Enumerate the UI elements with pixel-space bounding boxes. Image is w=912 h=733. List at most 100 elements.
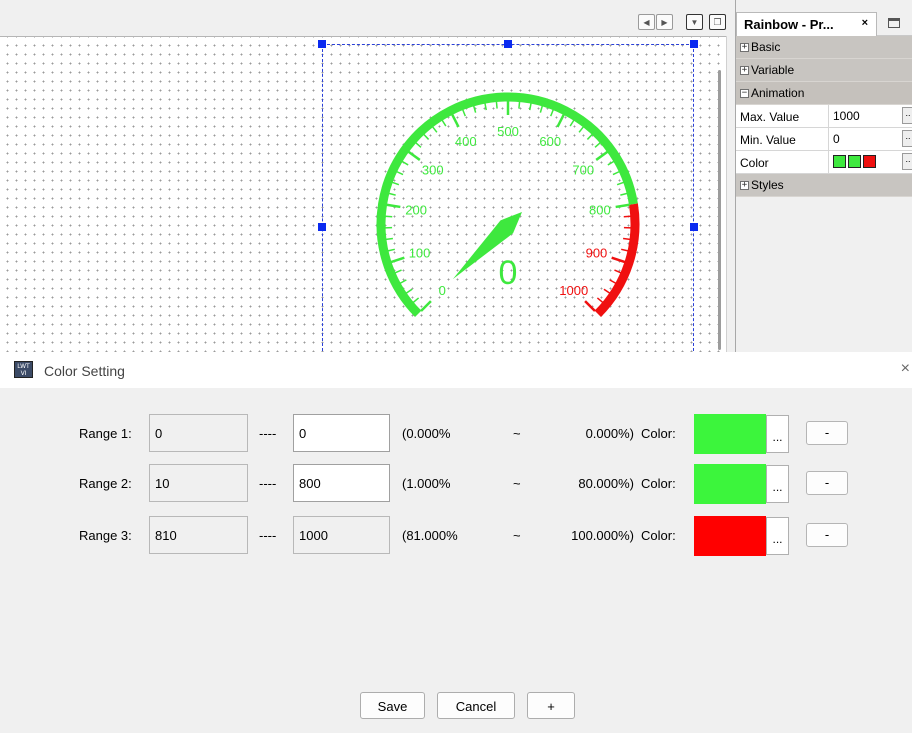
gauge-tick — [528, 103, 532, 111]
remove-range-button[interactable]: - — [806, 523, 848, 547]
gauge-tick-label: 800 — [589, 202, 611, 217]
save-button[interactable]: Save — [360, 692, 425, 719]
app-icon: LWT VI — [14, 361, 33, 378]
gauge-tick — [423, 133, 430, 140]
close-icon[interactable]: × — [901, 360, 910, 378]
gauge-tick — [616, 181, 624, 186]
vertical-scrollbar[interactable] — [718, 70, 721, 350]
gauge-tick-label: 100 — [409, 246, 431, 261]
gauge-tick — [451, 113, 460, 128]
color-pick-button[interactable]: ... — [766, 465, 789, 503]
gauge-tick — [405, 288, 413, 294]
close-tab-icon[interactable]: × — [862, 17, 868, 29]
range-to-input[interactable]: 0 — [293, 414, 390, 452]
range-row: Range 3: 810 ---- 1000 (81.000% ~ 100.00… — [0, 516, 912, 556]
percent-tilde: ~ — [513, 476, 521, 491]
gauge-tick — [603, 288, 611, 294]
gauge-tick — [420, 300, 432, 312]
remove-range-button[interactable]: - — [806, 471, 848, 495]
collapse-icon[interactable]: − — [740, 88, 749, 98]
remove-range-button[interactable]: - — [806, 421, 848, 445]
gauge-tick — [399, 279, 407, 284]
category-basic[interactable]: + Basic — [736, 36, 912, 59]
color-preview — [694, 414, 766, 454]
property-row-min-value[interactable]: Min. Value 0 .. — [736, 128, 912, 151]
cancel-button[interactable]: Cancel — [437, 692, 515, 719]
restore-window-icon[interactable]: ❐ — [709, 14, 726, 30]
gauge-tick — [484, 103, 488, 111]
gauge-tick — [609, 279, 617, 284]
color-label: Color: — [641, 476, 676, 491]
gauge-tick — [472, 105, 477, 113]
category-animation[interactable]: − Animation — [736, 82, 912, 105]
category-label: Variable — [751, 63, 795, 77]
properties-tab-title: Rainbow - Pr... — [744, 17, 834, 32]
gauge-tick-label: 500 — [497, 124, 519, 139]
gauge-tick-label: 900 — [586, 246, 608, 261]
property-value[interactable]: 1000 .. — [829, 105, 912, 127]
gauge-tick — [620, 192, 628, 196]
category-variable[interactable]: + Variable — [736, 59, 912, 82]
expand-icon[interactable]: + — [740, 65, 749, 75]
color-swatch — [863, 155, 876, 168]
gauge-tick — [621, 248, 629, 252]
right-arrow-icon[interactable]: ▶ — [656, 14, 673, 30]
color-pick-button[interactable]: ... — [766, 517, 789, 555]
property-edit-button[interactable]: .. — [902, 107, 912, 124]
add-range-button[interactable]: + — [527, 692, 575, 719]
range-to-field: 1000 — [293, 516, 390, 554]
range-separator: ---- — [259, 528, 277, 543]
gauge-tick — [441, 119, 447, 127]
dialog-titlebar: LWT VI Color Setting × — [0, 352, 912, 388]
percent-to: 0.000%) — [585, 426, 634, 441]
expand-icon[interactable]: + — [740, 42, 749, 52]
gauge-tick — [394, 269, 402, 274]
gauge-value-label: 0 — [499, 254, 518, 292]
canvas-scrollbar-track[interactable] — [726, 36, 735, 352]
gauge-tick — [614, 269, 622, 274]
property-row-color[interactable]: Color .. — [736, 151, 912, 174]
property-name: Color — [736, 151, 829, 173]
gauge-tick — [432, 126, 438, 133]
dialog-title: Color Setting — [44, 363, 125, 379]
rainbow-gauge[interactable]: 0 100 200 300 400 500 600 700 800 900 1000 0 — [322, 44, 694, 352]
minimize-panel-icon[interactable] — [888, 18, 900, 28]
properties-tab[interactable]: Rainbow - Pr... × — [736, 12, 877, 36]
gauge-tick — [556, 113, 565, 128]
gauge-tick — [388, 192, 396, 196]
gauge-tick — [596, 297, 604, 303]
property-value[interactable]: .. — [829, 151, 912, 173]
category-label: Basic — [751, 40, 781, 54]
gauge-tick — [390, 256, 405, 264]
property-value[interactable]: 0 .. — [829, 128, 912, 150]
gauge-tick — [607, 160, 615, 166]
gauge-tick-label: 0 — [439, 283, 446, 298]
range-row: Range 2: 10 ---- 800 (1.000% ~ 80.000%) … — [0, 464, 912, 504]
properties-panel: Rainbow - Pr... × + Basic + Variable − A… — [735, 0, 912, 371]
color-pick-button[interactable]: ... — [766, 415, 789, 453]
gauge-tick — [550, 109, 554, 117]
gauge-tick — [578, 126, 584, 133]
gauge-tick — [495, 101, 498, 109]
category-styles[interactable]: + Styles — [736, 174, 912, 197]
gauge-tick — [396, 170, 404, 176]
gauge-tick-label: 400 — [455, 134, 477, 149]
range-separator: ---- — [259, 426, 277, 441]
property-row-max-value[interactable]: Max. Value 1000 .. — [736, 105, 912, 128]
gauge-tick — [539, 105, 544, 113]
gauge-tick — [415, 142, 422, 148]
property-edit-button[interactable]: .. — [902, 153, 912, 170]
gauge-tick — [569, 119, 575, 127]
gauge-tick — [387, 248, 395, 252]
expand-icon[interactable]: + — [740, 180, 749, 190]
property-name: Min. Value — [736, 128, 829, 150]
left-arrow-icon[interactable]: ◀ — [638, 14, 655, 30]
range-to-input[interactable]: 800 — [293, 464, 390, 502]
properties-header: Rainbow - Pr... × — [736, 0, 912, 36]
property-edit-button[interactable]: .. — [902, 130, 912, 147]
gauge-tick — [595, 150, 609, 161]
gauge-tick — [622, 237, 631, 241]
dropdown-icon[interactable]: ▼ — [686, 14, 703, 30]
color-preview — [694, 516, 766, 556]
category-label: Styles — [751, 178, 784, 192]
